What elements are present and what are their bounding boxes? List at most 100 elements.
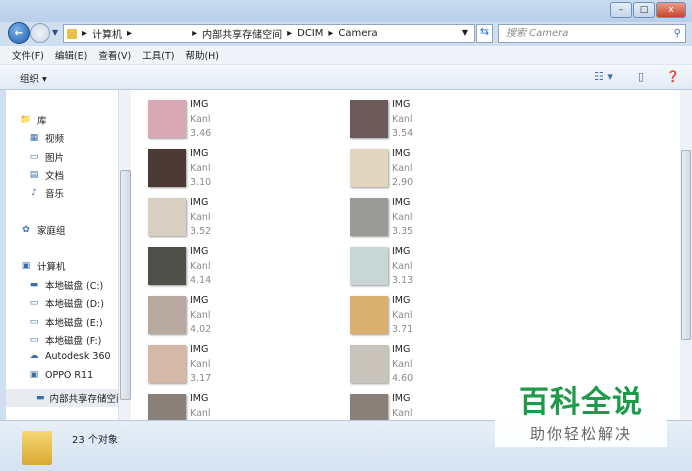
file-item[interactable]: IMG Kanl 3.46 — [148, 98, 248, 144]
folder-icon — [22, 431, 52, 465]
file-name: IMG — [190, 393, 209, 404]
address-bar[interactable]: ▸ 计算机 ▸ ▸ 内部共享存储空间 ▸ DCIM ▸ Camera ▼ — [63, 24, 475, 43]
help-icon[interactable]: ❓ — [666, 70, 680, 83]
address-dropdown[interactable]: ▼ — [462, 28, 468, 37]
organize-button[interactable]: 组织 ▾ — [20, 71, 47, 85]
breadcrumb-sep: ▸ — [287, 28, 293, 39]
content-scrollbar[interactable] — [680, 90, 692, 420]
file-item[interactable]: IMG Kanl — [148, 392, 248, 420]
storage-icon: ▬ — [36, 392, 45, 403]
sidebar-item[interactable]: ▤ 文档 — [28, 168, 64, 183]
file-item[interactable]: IMG Kanl — [350, 392, 450, 420]
sidebar-item[interactable]: ▬ 内部共享存储空间 — [6, 389, 118, 407]
maximize-button[interactable]: □ — [633, 2, 655, 18]
file-type: Kanl — [190, 211, 211, 223]
file-name: IMG — [190, 246, 209, 257]
image-thumbnail — [148, 100, 186, 138]
sidebar-item[interactable]: ♪ 音乐 — [28, 186, 64, 201]
file-name: IMG — [392, 148, 411, 159]
file-item[interactable]: IMG Kanl 3.10 — [148, 147, 248, 193]
file-item[interactable]: IMG Kanl 3.54 — [350, 98, 450, 144]
navigation-row: ← ▼ ▸ 计算机 ▸ ▸ 内部共享存储空间 ▸ DCIM ▸ Camera ▼… — [0, 22, 692, 44]
documents-icon: ▤ — [29, 169, 39, 180]
image-thumbnail — [350, 394, 388, 420]
file-item[interactable]: IMG Kanl 3.71 — [350, 294, 450, 340]
preview-pane-icon[interactable]: ▯ — [638, 70, 644, 83]
sidebar-item[interactable]: ▦ 视频 — [28, 131, 65, 146]
breadcrumb-sep: ▸ — [82, 28, 88, 39]
file-name: IMG — [190, 344, 209, 355]
menu-file[interactable]: 文件(F) — [12, 48, 44, 62]
sidebar-item[interactable]: ▣ 计算机 — [20, 259, 66, 274]
sidebar-item-label: 本地磁盘 (F:) — [45, 336, 102, 347]
menu-view[interactable]: 查看(V) — [98, 48, 131, 62]
cloud-icon: ☁ — [29, 351, 39, 361]
menu-bar: 文件(F) 编辑(E) 查看(V) 工具(T) 帮助(H) — [0, 46, 692, 65]
file-item[interactable]: IMG Kanl 3.13 — [350, 245, 450, 291]
file-item[interactable]: IMG Kanl 4.02 — [148, 294, 248, 340]
file-name: IMG — [392, 197, 411, 208]
homegroup-icon: ✿ — [22, 224, 30, 235]
recent-pages-dropdown[interactable]: ▼ — [52, 28, 58, 37]
sidebar-item-label: 本地磁盘 (D:) — [45, 299, 104, 310]
file-size: 3.17 — [190, 373, 212, 384]
breadcrumb-camera[interactable]: Camera — [338, 28, 377, 39]
breadcrumb-computer[interactable]: 计算机 — [92, 26, 122, 41]
file-item[interactable]: IMG Kanl 4.60 — [350, 343, 450, 389]
file-type: Kanl — [190, 358, 211, 370]
file-type: Kanl — [392, 260, 413, 272]
file-name: IMG — [392, 344, 411, 355]
command-bar: 组织 ▾ ☷ ▾ ▯ ❓ — [0, 65, 692, 90]
file-type: Kanl — [392, 309, 413, 321]
sidebar-item[interactable]: ▭ 图片 — [28, 150, 64, 165]
file-item[interactable]: IMG Kanl 3.35 — [350, 196, 450, 242]
file-size: 3.54 — [392, 128, 414, 139]
image-thumbnail — [148, 247, 186, 285]
breadcrumb-sep: ▸ — [192, 28, 198, 39]
menu-tools[interactable]: 工具(T) — [142, 48, 174, 62]
image-thumbnail — [148, 149, 186, 187]
image-thumbnail — [350, 198, 388, 236]
library-icon: 📁 — [20, 114, 32, 125]
breadcrumb-storage[interactable]: 内部共享存储空间 — [202, 26, 282, 41]
image-thumbnail — [148, 296, 186, 334]
search-input[interactable]: 搜索 Camera ⚲ — [498, 24, 686, 43]
back-button[interactable]: ← — [8, 22, 30, 44]
watermark-title: 百科全说 — [519, 385, 643, 420]
file-item[interactable]: IMG Kanl 2.90 — [350, 147, 450, 193]
menu-help[interactable]: 帮助(H) — [185, 48, 219, 62]
sidebar-item[interactable]: ▭ 本地磁盘 (D:) — [28, 296, 104, 311]
drive-icon: ▭ — [29, 316, 39, 327]
pictures-icon: ▭ — [29, 151, 39, 162]
search-icon[interactable]: ⚲ — [674, 25, 681, 42]
image-thumbnail — [350, 345, 388, 383]
sidebar-scrollbar[interactable] — [118, 90, 131, 420]
sidebar-item[interactable]: ▭ 本地磁盘 (E:) — [28, 315, 103, 330]
refresh-button[interactable]: ⇆ — [476, 24, 493, 43]
sidebar-item[interactable]: ☁ Autodesk 360 — [28, 351, 111, 362]
sidebar-item-label: 视频 — [45, 134, 65, 145]
sidebar-item[interactable]: ▬ 本地磁盘 (C:) — [28, 278, 104, 293]
search-placeholder: 搜索 Camera — [506, 28, 569, 39]
menu-edit[interactable]: 编辑(E) — [55, 48, 87, 62]
file-type: Kanl — [190, 407, 211, 419]
view-options-icon[interactable]: ☷ ▾ — [594, 70, 613, 83]
file-item[interactable]: IMG Kanl 4.14 — [148, 245, 248, 291]
file-size: 3.71 — [392, 324, 414, 335]
title-bar: – □ x — [0, 0, 692, 22]
sidebar-item[interactable]: 📁 库 — [20, 113, 46, 128]
sidebar-item[interactable]: ▣ OPPO R11 — [28, 370, 93, 381]
sidebar-item[interactable]: ▭ 本地磁盘 (F:) — [28, 333, 102, 348]
forward-button[interactable] — [30, 23, 50, 43]
close-button[interactable]: x — [656, 2, 686, 18]
content-scroll-thumb[interactable] — [681, 150, 691, 340]
file-item[interactable]: IMG Kanl 3.52 — [148, 196, 248, 242]
breadcrumb-sep: ▸ — [127, 28, 133, 39]
sidebar-scroll-thumb[interactable] — [120, 170, 131, 400]
sidebar-item[interactable]: ✿ 家庭组 — [20, 223, 65, 238]
file-item[interactable]: IMG Kanl 3.17 — [148, 343, 248, 389]
minimize-button[interactable]: – — [610, 2, 632, 18]
video-icon: ▦ — [29, 132, 39, 143]
sidebar-item-label: 本地磁盘 (E:) — [45, 318, 103, 329]
breadcrumb-dcim[interactable]: DCIM — [297, 28, 323, 39]
